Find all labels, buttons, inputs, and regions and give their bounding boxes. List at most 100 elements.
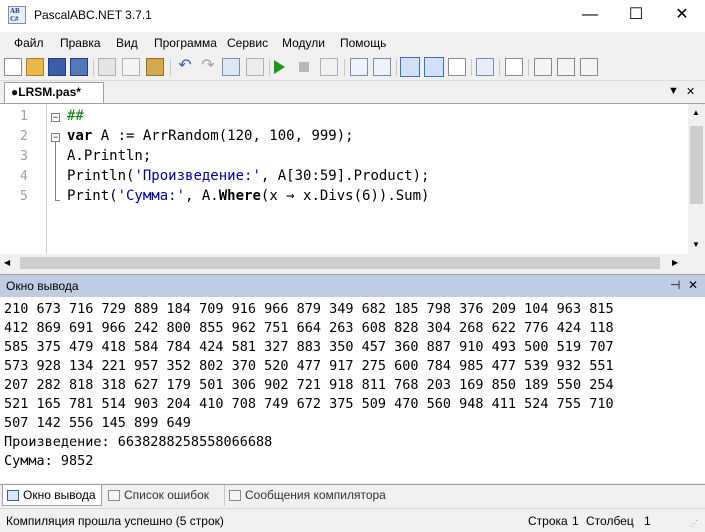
- format-icon[interactable]: [373, 58, 391, 76]
- code-token: A.Println;: [67, 148, 152, 164]
- row-value: 1: [572, 514, 579, 528]
- minimize-button[interactable]: —: [567, 0, 613, 32]
- menu-help[interactable]: Помощь: [340, 36, 386, 50]
- code-token: , A.: [185, 188, 219, 204]
- tab-lrsm-pas[interactable]: ●LRSM.pas*: [4, 82, 104, 103]
- code-token: 'Сумма:': [117, 188, 186, 204]
- column-value: 1: [644, 514, 651, 528]
- tab-output-window[interactable]: Окно вывода: [2, 485, 102, 506]
- menu-bar: Файл Правка Вид Программа Сервис Модули …: [0, 32, 705, 54]
- window-title: PascalABC.NET 3.7.1: [34, 8, 152, 22]
- code-token: Print(: [67, 188, 118, 204]
- status-bar: Компиляция прошла успешно (5 строк) Стро…: [0, 508, 705, 532]
- navigate-forward-icon[interactable]: [246, 58, 264, 76]
- form-designer-icon[interactable]: [505, 58, 523, 76]
- copy-icon[interactable]: [122, 58, 140, 76]
- output-window-toggle-icon[interactable]: [400, 57, 420, 77]
- scroll-right-icon[interactable]: ▶: [672, 258, 678, 267]
- app-icon: AB C#: [8, 6, 26, 24]
- text-icon[interactable]: [424, 57, 444, 77]
- tab-list-dropdown[interactable]: ▼: [668, 85, 679, 97]
- line-number: 1: [20, 109, 28, 124]
- output-text-area[interactable]: 210 673 716 729 889 184 709 916 966 879 …: [0, 297, 705, 483]
- editor-tab-bar: ●LRSM.pas* ▼ ✕: [0, 81, 705, 104]
- fold-toggle-icon[interactable]: −: [51, 133, 60, 142]
- stop-icon[interactable]: [299, 62, 309, 72]
- new-file-icon[interactable]: [4, 58, 22, 76]
- step-icon[interactable]: [320, 58, 338, 76]
- run-icon[interactable]: [274, 60, 285, 74]
- line-number: 5: [20, 189, 28, 204]
- menu-program[interactable]: Программа: [154, 36, 217, 50]
- code-token: 'Произведение:': [134, 168, 261, 184]
- code-line: A.Println;: [67, 148, 151, 164]
- code-line: Println('Произведение:', A[30:59].Produc…: [67, 168, 429, 184]
- tab-error-list[interactable]: Список ошибок: [104, 485, 222, 506]
- output-line: 207 282 818 318 627 179 501 306 902 721 …: [4, 377, 614, 393]
- toolbar: ↶ ↷: [0, 54, 705, 81]
- scroll-thumb[interactable]: [20, 257, 660, 269]
- code-token: var: [67, 128, 93, 144]
- title-bar: AB C# PascalABC.NET 3.7.1 — ☐ ✕: [0, 0, 705, 32]
- row-label: Строка: [528, 514, 568, 528]
- navigate-back-icon[interactable]: [222, 58, 240, 76]
- cut-icon[interactable]: [98, 58, 116, 76]
- save-icon[interactable]: [48, 58, 66, 76]
- editor-vertical-scrollbar[interactable]: ▲ ▼: [688, 104, 705, 254]
- comment-icon[interactable]: [350, 58, 368, 76]
- menu-service[interactable]: Сервис: [227, 36, 268, 50]
- compile-icon[interactable]: [476, 58, 494, 76]
- breakpoint-icon[interactable]: [534, 58, 552, 76]
- pin-icon[interactable]: ⊣: [670, 278, 680, 292]
- output-line: 412 869 691 966 242 800 855 962 751 664 …: [4, 320, 614, 336]
- output-line: 521 165 781 514 903 204 410 708 749 672 …: [4, 396, 614, 412]
- scroll-up-icon[interactable]: ▲: [692, 108, 700, 117]
- compiler-messages-icon: [229, 490, 241, 501]
- debug-icon[interactable]: [448, 58, 466, 76]
- menu-view[interactable]: Вид: [116, 36, 138, 50]
- maximize-button[interactable]: ☐: [613, 0, 659, 32]
- menu-file[interactable]: Файл: [14, 36, 44, 50]
- tab-compiler-messages[interactable]: Сообщения компилятора: [224, 485, 400, 506]
- output-window-icon: [7, 490, 19, 501]
- output-line: 507 142 556 145 899 649: [4, 415, 191, 431]
- code-line: Print('Сумма:', A.Where(x → x.Divs(6)).S…: [67, 188, 429, 204]
- close-tab-button[interactable]: ✕: [686, 85, 695, 98]
- code-token: A := ArrRandom(120, 100, 999);: [92, 128, 354, 144]
- step-over-icon[interactable]: [580, 58, 598, 76]
- close-window-button[interactable]: ✕: [659, 0, 705, 32]
- code-token: (x → x.Divs(6)).Sum): [260, 188, 430, 204]
- output-line: 210 673 716 729 889 184 709 916 966 879 …: [4, 301, 614, 317]
- menu-modules[interactable]: Модули: [282, 36, 325, 50]
- scroll-down-icon[interactable]: ▼: [692, 240, 700, 249]
- code-token: Where: [218, 188, 261, 204]
- output-panel-header: Окно вывода ⊣ ✕: [0, 274, 705, 297]
- close-panel-button[interactable]: ✕: [688, 278, 698, 292]
- tab-label: Список ошибок: [124, 488, 210, 502]
- open-folder-icon[interactable]: [26, 58, 44, 76]
- fold-toggle-icon[interactable]: −: [51, 113, 60, 122]
- save-all-icon[interactable]: [70, 58, 88, 76]
- paste-icon[interactable]: [146, 58, 164, 76]
- editor-horizontal-scrollbar[interactable]: ◀ ▶: [0, 254, 705, 272]
- line-number: 2: [20, 129, 28, 144]
- scroll-left-icon[interactable]: ◀: [4, 258, 10, 267]
- tab-label: Сообщения компилятора: [245, 488, 386, 502]
- output-panel-title: Окно вывода: [6, 279, 79, 293]
- output-line: Сумма: 9852: [4, 453, 94, 469]
- output-line: Произведение: 6638288258558066688: [4, 434, 273, 450]
- output-line: 585 375 479 418 584 784 424 581 327 883 …: [4, 339, 614, 355]
- undo-icon[interactable]: ↶: [176, 58, 194, 76]
- code-editor[interactable]: 1 2 3 4 5 − − ## var A := ArrRandom(120,…: [0, 104, 705, 255]
- bottom-tab-bar: Окно вывода Список ошибок Сообщения комп…: [0, 484, 705, 507]
- code-token: , A[30:59].Product);: [260, 168, 430, 184]
- scroll-thumb[interactable]: [690, 126, 703, 204]
- resize-grip-icon[interactable]: ⋰: [690, 519, 698, 528]
- step-into-icon[interactable]: [557, 58, 575, 76]
- menu-edit[interactable]: Правка: [60, 36, 101, 50]
- tab-label: Окно вывода: [23, 488, 96, 502]
- code-token: Println(: [67, 168, 135, 184]
- redo-icon[interactable]: ↷: [199, 58, 217, 76]
- line-number: 4: [20, 169, 28, 184]
- column-label: Столбец: [586, 514, 634, 528]
